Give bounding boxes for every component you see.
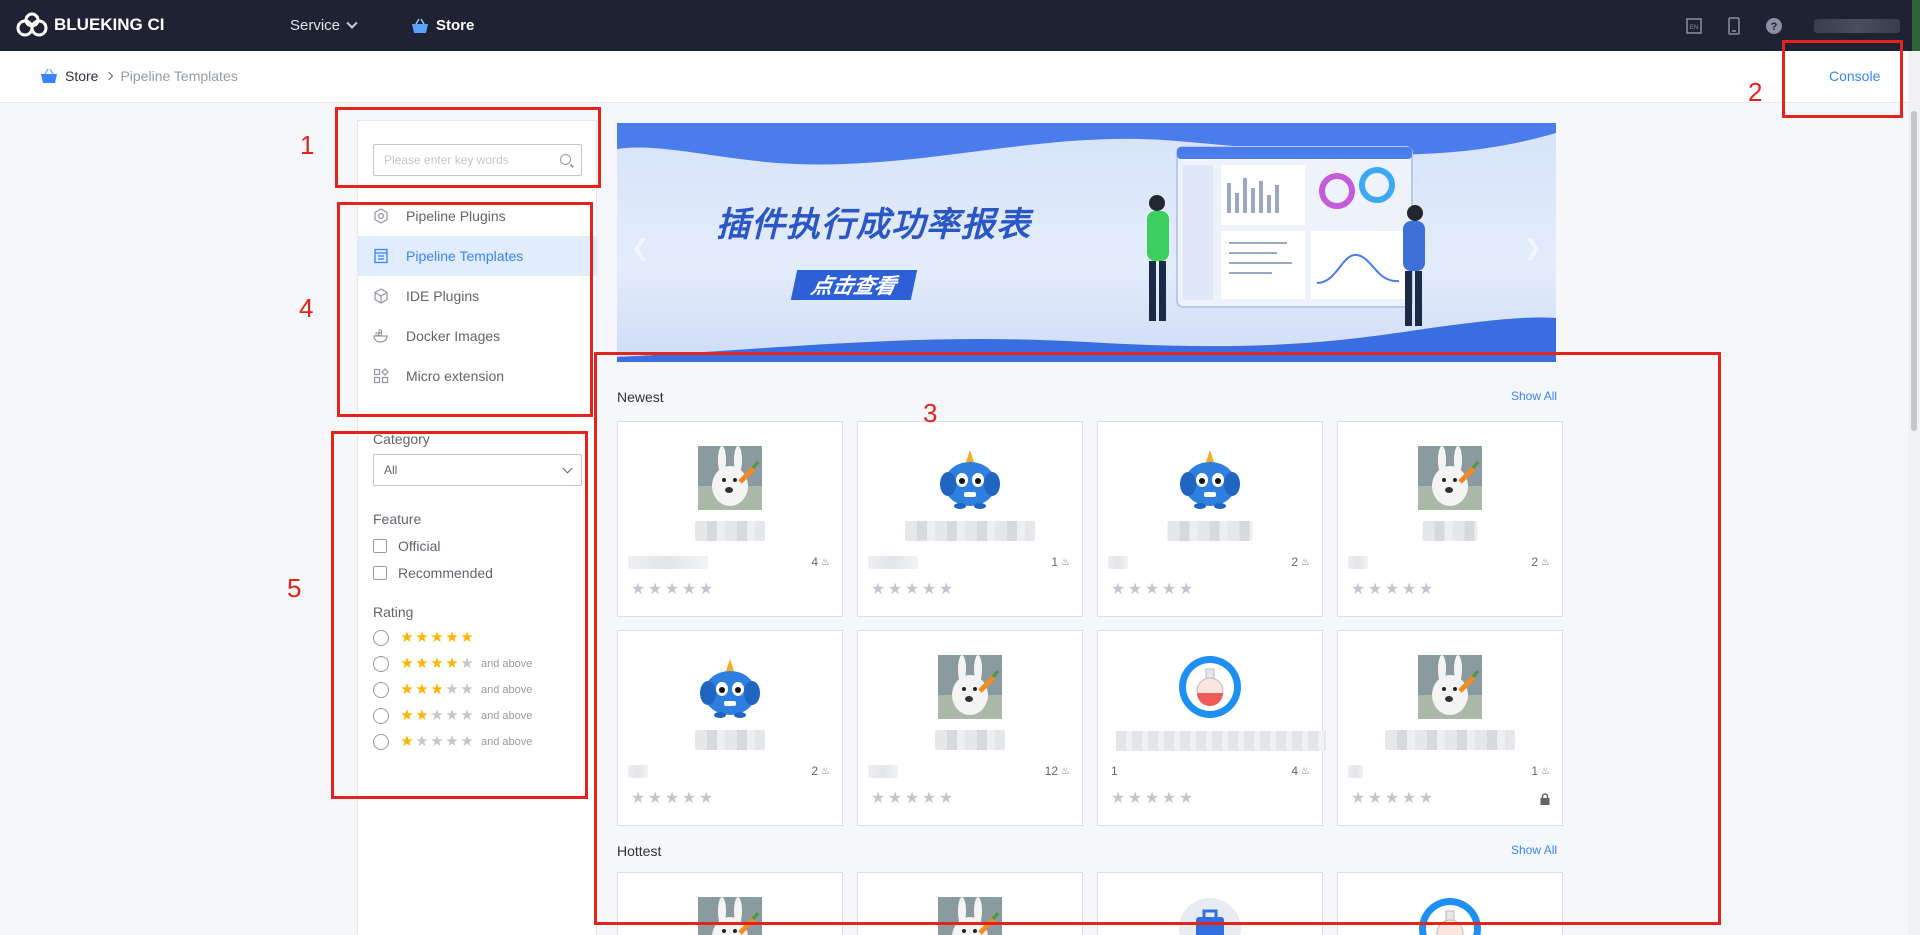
user-menu[interactable] bbox=[1814, 18, 1900, 33]
banner-title: 插件执行成功率报表 bbox=[716, 206, 1031, 244]
help-icon[interactable]: ? bbox=[1764, 16, 1784, 36]
annotation-number-1: 1 bbox=[300, 130, 315, 160]
svg-text:EN: EN bbox=[1690, 25, 1698, 31]
annotation-number-4: 4 bbox=[299, 293, 314, 323]
top-nav: BLUEKING CI Service Store EN ? bbox=[0, 0, 1920, 51]
brand-name: BLUEKING CI bbox=[54, 15, 165, 34]
breadcrumb-current: Pipeline Templates bbox=[120, 68, 238, 84]
service-label: Service bbox=[290, 17, 341, 34]
banner-button-label: 点击查看 bbox=[809, 275, 899, 298]
annotation-box-5 bbox=[331, 431, 588, 799]
page-scrollbar[interactable] bbox=[1908, 51, 1920, 935]
annotation-number-2: 2 bbox=[1748, 77, 1763, 107]
banner-view-button[interactable]: 点击查看 bbox=[790, 270, 918, 300]
service-menu[interactable]: Service bbox=[290, 0, 358, 51]
annotation-box-3 bbox=[594, 352, 1721, 925]
blueking-logo-icon bbox=[16, 12, 48, 37]
store-label: Store bbox=[436, 17, 475, 34]
language-icon[interactable]: EN bbox=[1684, 16, 1704, 36]
annotation-box-1 bbox=[335, 107, 601, 188]
chevron-right-icon bbox=[105, 71, 114, 81]
banner-carousel[interactable]: 插件执行成功率报表 点击查看 ❮ ❯ bbox=[617, 123, 1556, 362]
annotation-number-5: 5 bbox=[287, 573, 302, 603]
annotation-box-2 bbox=[1782, 40, 1903, 118]
carousel-prev-icon[interactable]: ❮ bbox=[631, 235, 649, 261]
store-basket-icon bbox=[412, 18, 428, 33]
carousel-next-icon[interactable]: ❯ bbox=[1524, 235, 1542, 261]
breadcrumb-store-link[interactable]: Store bbox=[65, 68, 98, 84]
svg-text:?: ? bbox=[1771, 21, 1778, 33]
breadcrumb-bar: Store Pipeline Templates Console bbox=[0, 51, 1908, 103]
nav-edge-indicator bbox=[1912, 0, 1920, 51]
chevron-down-icon bbox=[346, 17, 358, 29]
mobile-icon[interactable] bbox=[1724, 16, 1744, 36]
annotation-box-4 bbox=[337, 202, 593, 417]
store-basket-icon bbox=[41, 68, 57, 83]
breadcrumb: Store Pipeline Templates bbox=[40, 68, 238, 84]
scrollbar-thumb[interactable] bbox=[1911, 111, 1917, 431]
annotation-number-3: 3 bbox=[923, 398, 938, 428]
nav-store[interactable]: Store bbox=[411, 0, 474, 51]
brand-logo[interactable]: BLUEKING CI bbox=[14, 11, 165, 39]
